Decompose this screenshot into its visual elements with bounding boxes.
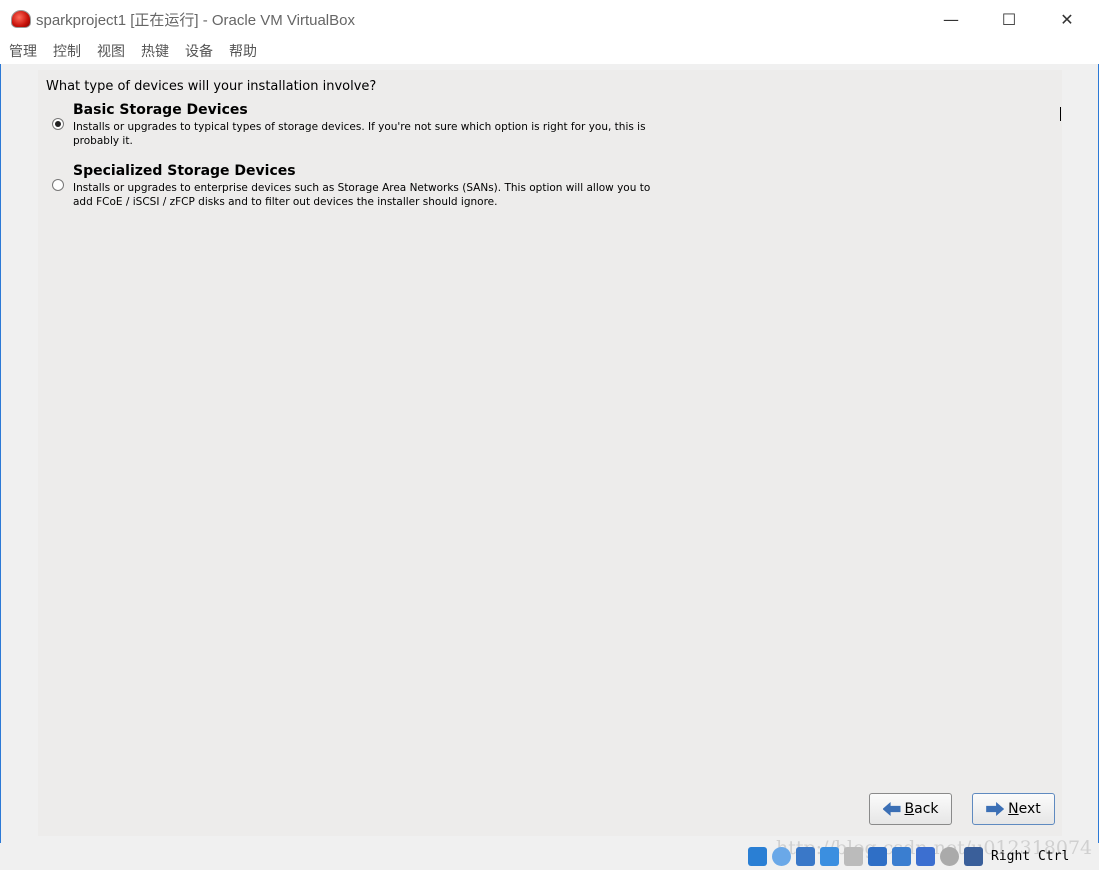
menu-hotkeys[interactable]: 热键 <box>141 41 169 61</box>
cpu-virtualization-icon[interactable] <box>916 847 935 866</box>
menu-help[interactable]: 帮助 <box>229 41 257 61</box>
hard-disk-icon[interactable] <box>748 847 767 866</box>
back-arrow-icon <box>882 802 901 816</box>
menu-control[interactable]: 控制 <box>53 41 81 61</box>
keyboard-capture-icon[interactable] <box>964 847 983 866</box>
title-bar: sparkproject1 [正在运行] - Oracle VM Virtual… <box>0 0 1099 38</box>
menu-devices[interactable]: 设备 <box>185 41 213 61</box>
option-title: Specialized Storage Devices <box>73 163 296 179</box>
menu-manage[interactable]: 管理 <box>9 41 37 61</box>
question-label: What type of devices will your installat… <box>46 79 377 94</box>
radio-specialized-storage[interactable] <box>52 179 64 191</box>
mouse-integration-icon[interactable] <box>940 847 959 866</box>
option-title: Basic Storage Devices <box>73 102 248 118</box>
shared-folders-icon[interactable] <box>844 847 863 866</box>
next-arrow-icon <box>986 802 1005 816</box>
optical-drive-icon[interactable] <box>772 847 791 866</box>
menu-view[interactable]: 视图 <box>97 41 125 61</box>
video-capture-icon[interactable] <box>892 847 911 866</box>
back-button[interactable]: Back <box>869 793 952 825</box>
virtualbox-vm-icon <box>11 10 31 28</box>
display-icon[interactable] <box>868 847 887 866</box>
host-key-label: Right Ctrl <box>991 849 1070 864</box>
menu-bar: 管理 控制 视图 热键 设备 帮助 <box>0 38 1099 64</box>
minimize-button[interactable]: — <box>922 0 980 38</box>
usb-icon[interactable] <box>820 847 839 866</box>
radio-basic-storage[interactable] <box>52 118 64 130</box>
maximize-button[interactable]: ☐ <box>980 0 1038 38</box>
next-button[interactable]: Next <box>972 793 1055 825</box>
window-title: sparkproject1 [正在运行] - Oracle VM Virtual… <box>36 11 355 29</box>
status-bar: http://blog.csdn.net/u012318074 Right Ct… <box>0 837 1099 870</box>
option-description: Installs or upgrades to typical types of… <box>73 121 646 147</box>
guest-screen[interactable]: What type of devices will your installat… <box>38 70 1062 836</box>
option-description: Installs or upgrades to enterprise devic… <box>73 182 651 208</box>
network-icon[interactable] <box>796 847 815 866</box>
status-icons: Right Ctrl <box>748 847 1069 866</box>
close-button[interactable]: ✕ <box>1038 0 1096 38</box>
text-cursor <box>1060 107 1061 121</box>
